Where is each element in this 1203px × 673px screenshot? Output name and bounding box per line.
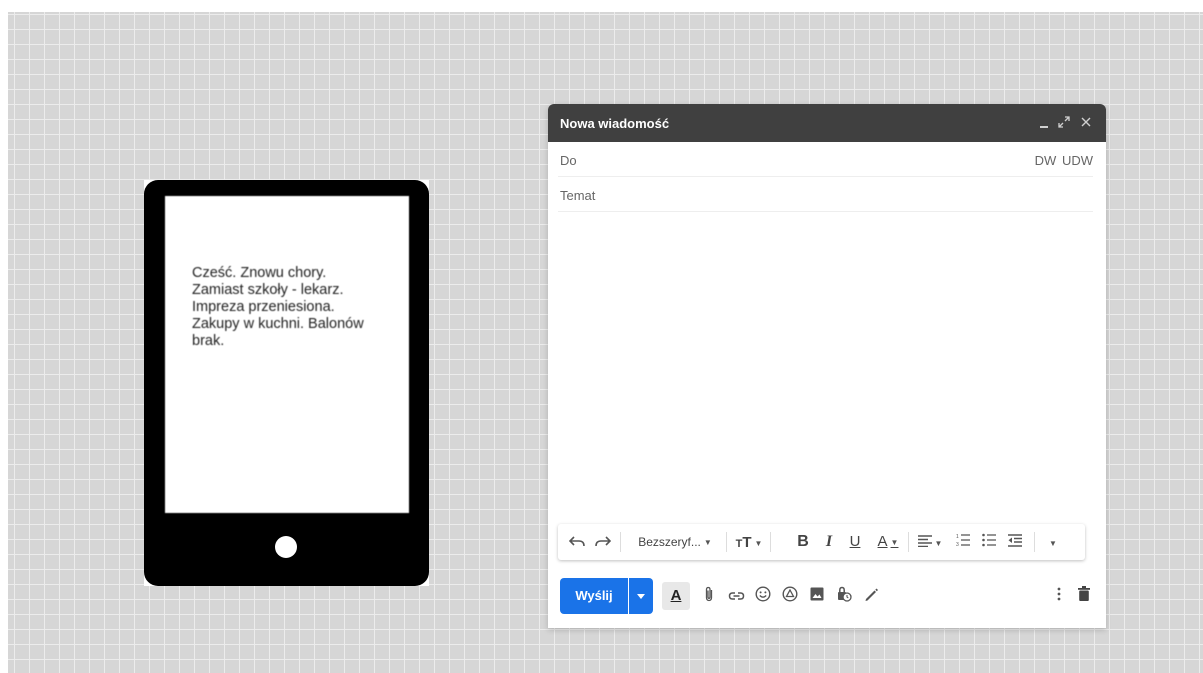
tablet-screen: Cześć. Znowu chory. Zamiast szkoły - lek… — [165, 196, 409, 513]
underline-icon[interactable]: U — [846, 532, 864, 552]
compose-window: Nowa wiadomość Do DW UDW Temat Bezszeryf… — [548, 104, 1106, 628]
italic-icon[interactable]: I — [820, 532, 838, 552]
cc-link[interactable]: DW — [1035, 153, 1057, 168]
tablet-home-button — [275, 536, 297, 558]
toolbar-divider — [770, 532, 771, 552]
link-icon[interactable] — [725, 586, 747, 608]
indent-less-icon[interactable] — [1004, 532, 1026, 552]
bold-icon[interactable]: B — [794, 532, 812, 552]
more-formatting-icon[interactable]: ▼ — [1042, 532, 1064, 552]
subject-placeholder: Temat — [560, 188, 596, 203]
formatting-options-icon[interactable]: A — [662, 582, 690, 610]
compose-header[interactable]: Nowa wiadomość — [548, 104, 1106, 142]
discard-icon[interactable] — [1073, 586, 1095, 608]
undo-icon[interactable] — [566, 532, 588, 552]
to-field-label: Do — [560, 153, 577, 168]
bcc-link[interactable]: UDW — [1062, 153, 1093, 168]
font-size-icon[interactable]: TT ▼ — [732, 532, 766, 552]
align-icon[interactable]: ▼ — [914, 532, 946, 552]
attach-icon[interactable] — [698, 586, 720, 608]
formatting-toolbar: Bezszeryf... ▼ TT ▼ B I U A ▼ ▼ 13 ▼ — [558, 524, 1085, 560]
cc-bcc-links: DW UDW — [1035, 153, 1093, 168]
message-body-editor[interactable] — [558, 216, 1093, 516]
photo-icon[interactable] — [806, 586, 828, 608]
toolbar-divider — [1034, 532, 1035, 552]
emoji-icon[interactable] — [752, 586, 774, 608]
to-field-row[interactable]: Do DW UDW — [558, 142, 1093, 177]
toolbar-divider — [620, 532, 621, 552]
chevron-down-icon: ▼ — [703, 538, 712, 547]
send-button[interactable]: Wyślij — [560, 578, 628, 614]
tablet-body: Cześć. Znowu chory. Zamiast szkoły - lek… — [144, 180, 429, 586]
subject-field-row[interactable]: Temat — [558, 177, 1093, 212]
tablet-message-text: Cześć. Znowu chory. Zamiast szkoły - lek… — [192, 265, 364, 349]
bulleted-list-icon[interactable] — [978, 532, 1000, 552]
toolbar-divider — [726, 532, 727, 552]
close-icon[interactable] — [1078, 113, 1094, 131]
svg-text:3: 3 — [956, 542, 959, 547]
fullscreen-icon[interactable] — [1056, 113, 1072, 131]
compose-title: Nowa wiadomość — [560, 116, 670, 131]
more-options-icon[interactable] — [1048, 586, 1070, 608]
minimize-icon[interactable] — [1036, 113, 1052, 131]
numbered-list-icon[interactable]: 13 — [952, 532, 974, 552]
tablet-illustration: Cześć. Znowu chory. Zamiast szkoły - lek… — [144, 180, 429, 586]
confidential-icon[interactable] — [833, 586, 855, 608]
toolbar-divider — [908, 532, 909, 552]
send-options-button[interactable] — [629, 578, 653, 614]
drive-icon[interactable] — [779, 586, 801, 608]
redo-icon[interactable] — [592, 532, 614, 552]
font-family-select[interactable]: Bezszeryf... ▼ — [627, 532, 723, 552]
signature-icon[interactable] — [860, 586, 882, 608]
text-color-icon[interactable]: A ▼ — [872, 532, 904, 552]
font-family-value: Bezszeryf... — [638, 535, 701, 549]
svg-text:1: 1 — [956, 534, 959, 540]
